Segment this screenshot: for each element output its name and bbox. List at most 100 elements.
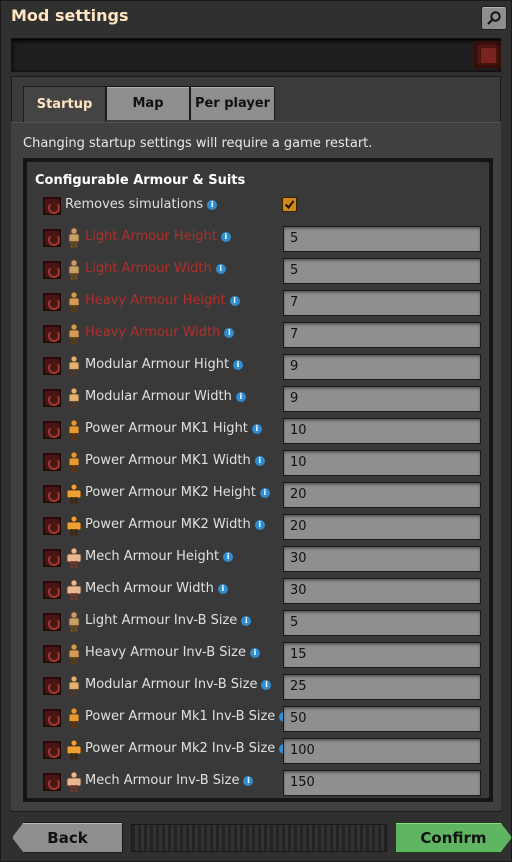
setting-label: Mech Armour Width i (85, 581, 228, 596)
reset-default-button[interactable] (43, 677, 61, 695)
setting-label-text: Power Armour MK2 Width (85, 517, 251, 532)
reset-default-button[interactable] (43, 581, 61, 599)
setting-row: Power Armour MK2 Height i 20 (43, 481, 483, 508)
reset-default-button[interactable] (43, 453, 61, 471)
setting-value-input[interactable]: 9 (283, 354, 481, 380)
reset-default-button[interactable] (43, 293, 61, 311)
setting-row: Modular Armour Width i 9 (43, 385, 483, 412)
reset-default-button[interactable] (43, 389, 61, 407)
reset-default-button[interactable] (43, 549, 61, 567)
setting-value-input[interactable]: 5 (283, 258, 481, 284)
setting-row: Light Armour Width i 5 (43, 257, 483, 284)
info-icon[interactable]: i (223, 552, 234, 562)
info-icon[interactable]: i (233, 360, 244, 370)
setting-label: Power Armour MK1 Width i (85, 453, 265, 468)
setting-value-input[interactable]: 10 (283, 418, 481, 444)
confirm-button[interactable]: Confirm (395, 822, 512, 853)
info-icon[interactable]: i (235, 392, 246, 402)
info-icon[interactable]: i (220, 232, 231, 242)
reset-default-button[interactable] (43, 229, 61, 247)
info-icon[interactable]: i (215, 264, 226, 274)
setting-value-input[interactable]: 30 (283, 546, 481, 572)
power-armour-mk1-icon (65, 419, 83, 441)
modular-armour-icon (65, 387, 83, 409)
reset-default-button[interactable] (43, 325, 61, 343)
tab-map[interactable]: Map (106, 86, 190, 120)
setting-checkbox[interactable] (282, 197, 297, 212)
reset-default-button[interactable] (43, 741, 61, 759)
info-icon[interactable]: i (243, 776, 254, 786)
reset-default-button[interactable] (43, 645, 61, 663)
setting-value-input[interactable]: 150 (283, 770, 481, 796)
setting-label: Mech Armour Inv-B Size i (85, 773, 254, 788)
setting-row: Mech Armour Width i 30 (43, 577, 483, 604)
info-icon[interactable]: i (254, 456, 265, 466)
setting-label-text: Heavy Armour Inv-B Size (85, 645, 246, 660)
setting-label: Light Armour Inv-B Size i (85, 613, 252, 628)
setting-label: Heavy Armour Inv-B Size i (85, 645, 260, 660)
setting-value-input[interactable]: 5 (283, 226, 481, 252)
setting-label-text: Modular Armour Inv-B Size (85, 677, 258, 692)
setting-row: Light Armour Height i 5 (43, 225, 483, 252)
setting-value-input[interactable]: 30 (283, 578, 481, 604)
setting-label-text: Mech Armour Inv-B Size (85, 773, 240, 788)
search-button[interactable] (481, 6, 507, 30)
setting-row: Power Armour MK1 Width i 10 (43, 449, 483, 476)
restart-notice: Changing startup settings will require a… (23, 136, 373, 151)
checkmark-icon (284, 200, 295, 210)
info-icon[interactable]: i (241, 616, 252, 626)
close-search-button[interactable] (474, 41, 501, 68)
setting-value-input[interactable]: 25 (283, 674, 481, 700)
setting-label-text: Power Armour Mk2 Inv-B Size (85, 741, 276, 756)
setting-label: Light Armour Width i (85, 261, 226, 276)
info-icon[interactable]: i (229, 296, 240, 306)
info-icon[interactable]: i (251, 424, 262, 434)
reset-default-button[interactable] (43, 517, 61, 535)
reset-default-button[interactable] (43, 261, 61, 279)
reset-default-button[interactable] (43, 773, 61, 791)
heavy-armour-icon (65, 323, 83, 345)
reset-default-button[interactable] (43, 613, 61, 631)
setting-value-input[interactable]: 7 (283, 322, 481, 348)
setting-value-input[interactable]: 20 (283, 482, 481, 508)
info-icon[interactable]: i (217, 584, 228, 594)
setting-label-text: Power Armour Mk1 Inv-B Size (85, 709, 276, 724)
setting-value-input[interactable]: 15 (283, 642, 481, 668)
setting-label: Light Armour Height i (85, 229, 231, 244)
setting-value-input[interactable]: 50 (283, 706, 481, 732)
setting-row: Power Armour MK1 Hight i 10 (43, 417, 483, 444)
back-button[interactable]: Back (12, 822, 123, 853)
reset-default-button[interactable] (43, 709, 61, 727)
reset-default-button[interactable] (43, 357, 61, 375)
info-icon[interactable]: i (207, 200, 218, 210)
setting-row: Mech Armour Inv-B Size i 150 (43, 769, 483, 796)
setting-value-input[interactable]: 10 (283, 450, 481, 476)
setting-row: Power Armour MK2 Width i 20 (43, 513, 483, 540)
info-icon[interactable]: i (249, 648, 260, 658)
tab-startup[interactable]: Startup (23, 86, 106, 122)
mech-armour-icon (65, 579, 83, 601)
reset-default-button[interactable] (43, 197, 61, 215)
setting-label-text: Power Armour MK1 Width (85, 453, 251, 468)
setting-value-input[interactable]: 100 (283, 738, 481, 764)
setting-value-input[interactable]: 20 (283, 514, 481, 540)
reset-default-button[interactable] (43, 421, 61, 439)
setting-value-input[interactable]: 9 (283, 386, 481, 412)
setting-row: Heavy Armour Height i 7 (43, 289, 483, 316)
setting-label-text: Modular Armour Width (85, 389, 232, 404)
setting-row: Mech Armour Height i 30 (43, 545, 483, 572)
setting-label-text: Power Armour MK2 Height (85, 485, 256, 500)
setting-value-input[interactable]: 7 (283, 290, 481, 316)
info-icon[interactable]: i (254, 520, 265, 530)
info-icon[interactable]: i (259, 488, 270, 498)
setting-row: Power Armour Mk1 Inv-B Sizei50 (43, 705, 483, 732)
info-icon[interactable]: i (261, 680, 272, 690)
setting-value-input[interactable]: 5 (283, 610, 481, 636)
info-icon[interactable]: i (224, 328, 235, 338)
tab-per-player[interactable]: Per player (190, 86, 275, 120)
setting-row: Heavy Armour Width i 7 (43, 321, 483, 348)
power-armour-mk1-icon (65, 707, 83, 729)
setting-label-text: Power Armour MK1 Hight (85, 421, 248, 436)
drag-handle[interactable] (131, 824, 387, 852)
reset-default-button[interactable] (43, 485, 61, 503)
